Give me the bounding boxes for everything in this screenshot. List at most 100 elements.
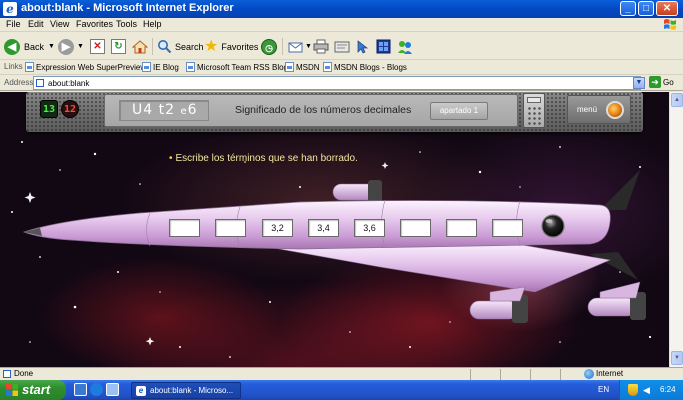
calendar-grid-icon <box>376 39 391 54</box>
address-bar: Address ▼ ➜ Go <box>0 75 683 91</box>
security-zone-label: Internet <box>596 369 624 378</box>
internet-zone-icon <box>584 369 594 379</box>
scroll-up-button[interactable]: ▲ <box>671 93 683 107</box>
page-icon <box>25 62 34 72</box>
link-ms-team-rss[interactable]: Microsoft Team RSS Blog <box>186 62 288 72</box>
home-icon <box>132 39 148 53</box>
windows-flag-icon <box>6 384 18 396</box>
cursor-icon <box>357 39 369 53</box>
refresh-icon: ↻ <box>111 39 126 54</box>
discuss-button[interactable] <box>355 37 369 56</box>
windows-flag-icon <box>664 19 676 30</box>
start-button[interactable]: start <box>0 380 66 400</box>
back-arrow-icon: ◀ <box>4 38 20 55</box>
system-tray: ◀ 6:24 <box>619 380 683 400</box>
edit-button[interactable] <box>334 37 350 56</box>
link-msdn[interactable]: MSDN <box>285 62 320 72</box>
go-arrow-icon: ➜ <box>649 76 661 88</box>
scroll-down-button[interactable]: ▼ <box>671 351 683 365</box>
start-label: start <box>22 382 51 397</box>
blank-box-1[interactable] <box>169 219 200 237</box>
search-button[interactable]: Search <box>157 37 204 56</box>
chevron-down-icon: ▼ <box>77 43 84 50</box>
mail-button[interactable]: ▼ <box>288 37 312 56</box>
stop-icon: ✕ <box>90 39 105 54</box>
print-icon <box>313 39 329 54</box>
menu-view[interactable]: View <box>50 19 69 29</box>
home-button[interactable] <box>132 37 148 56</box>
clock: 6:24 <box>660 385 676 394</box>
blank-box-4[interactable]: 3,4 <box>308 219 339 237</box>
go-button[interactable]: ➜ Go <box>649 76 674 88</box>
chevron-down-icon: ▼ <box>305 43 312 50</box>
menu-help[interactable]: Help <box>143 19 162 29</box>
menu-edit[interactable]: Edit <box>28 19 44 29</box>
menu-favorites[interactable]: Favorites <box>76 19 113 29</box>
status-bar: Done Internet <box>0 367 683 380</box>
link-expression-web[interactable]: Expression Web SuperPreview <box>25 62 146 72</box>
chevron-down-icon: ▼ <box>48 43 55 50</box>
quicklaunch-media-icon[interactable] <box>90 383 103 396</box>
blank-box-8[interactable] <box>492 219 523 237</box>
page-icon <box>142 62 151 72</box>
links-bar: Links Expression Web SuperPreview IE Blo… <box>0 60 683 75</box>
history-button[interactable]: ◷ <box>261 37 277 56</box>
page-icon <box>323 62 332 72</box>
quicklaunch-desktop-icon[interactable] <box>106 383 119 396</box>
blank-box-6[interactable] <box>400 219 431 237</box>
favorites-label: Favorites <box>221 41 259 52</box>
search-label: Search <box>175 41 204 52</box>
menu-bar: File Edit View Favorites Tools Help <box>0 18 683 32</box>
page-content: 13 12 U4 t2 e6 Significado de los número… <box>0 92 669 367</box>
quicklaunch-ie-icon[interactable] <box>74 383 87 396</box>
vertical-scrollbar[interactable]: ▲ ▼ <box>669 92 683 367</box>
page-icon <box>285 62 294 72</box>
standard-toolbar: ◀ Back ▼ ▶ ▼ ✕ ↻ Search ★ Favorites ◷ ▼ <box>0 33 683 60</box>
page-icon <box>36 79 44 87</box>
search-icon <box>158 40 172 54</box>
print-button[interactable] <box>313 37 329 56</box>
ie-logo-icon: e <box>3 2 17 16</box>
mail-icon <box>288 42 303 52</box>
status-text: Done <box>14 369 34 378</box>
research-button[interactable] <box>376 37 391 56</box>
blank-box-7[interactable] <box>446 219 477 237</box>
taskbar: start e about:blank - Microso... EN ◀ 6:… <box>0 380 683 400</box>
history-icon: ◷ <box>261 38 277 55</box>
ie-logo-icon: e <box>136 386 146 396</box>
address-dropdown-button[interactable]: ▼ <box>633 77 645 89</box>
blank-box-5[interactable]: 3,6 <box>354 219 385 237</box>
back-button[interactable]: ◀ Back ▼ <box>4 37 55 56</box>
blank-box-2[interactable] <box>215 219 246 237</box>
go-label: Go <box>663 77 674 87</box>
close-button[interactable]: ✕ <box>656 1 678 16</box>
address-input[interactable] <box>33 76 641 90</box>
forward-arrow-icon: ▶ <box>58 38 74 55</box>
stop-button[interactable]: ✕ <box>90 37 105 56</box>
window-title: about:blank - Microsoft Internet Explore… <box>21 2 234 14</box>
security-shield-icon[interactable] <box>628 384 638 396</box>
link-msdn-blogs[interactable]: MSDN Blogs - Blogs <box>323 62 407 72</box>
volume-icon[interactable]: ◀ <box>643 385 653 395</box>
page-done-icon <box>3 370 11 378</box>
minimize-button[interactable]: _ <box>620 1 636 16</box>
page-icon <box>186 62 195 72</box>
address-label: Address <box>4 78 34 87</box>
title-bar: e about:blank - Microsoft Internet Explo… <box>0 0 683 18</box>
language-indicator[interactable]: EN <box>598 385 609 394</box>
favorites-button[interactable]: ★ Favorites <box>204 37 258 56</box>
edit-page-icon <box>334 41 350 52</box>
taskbar-ie-window[interactable]: e about:blank - Microso... <box>131 382 241 399</box>
back-label: Back <box>24 41 45 52</box>
menu-file[interactable]: File <box>6 19 21 29</box>
menu-tools[interactable]: Tools <box>116 19 137 29</box>
links-label: Links <box>4 62 23 71</box>
forward-button[interactable]: ▶ ▼ <box>58 37 84 56</box>
messenger-button[interactable] <box>397 37 413 56</box>
refresh-button[interactable]: ↻ <box>111 37 126 56</box>
taskbar-window-label: about:blank - Microso... <box>150 386 234 395</box>
messenger-icon <box>398 40 412 54</box>
maximize-button[interactable]: □ <box>638 1 654 16</box>
link-ie-blog[interactable]: IE Blog <box>142 62 179 72</box>
blank-box-3[interactable]: 3,2 <box>262 219 293 237</box>
